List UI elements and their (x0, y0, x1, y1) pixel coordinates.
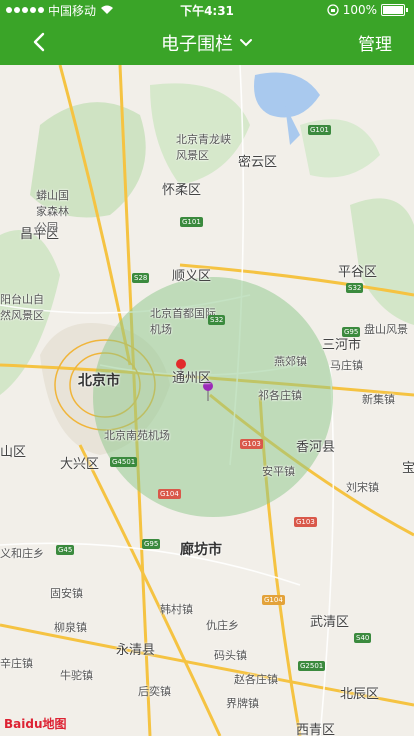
label-beichen: 北辰区 (340, 687, 380, 702)
label-xiqing: 西青区 (296, 723, 336, 736)
road-shield: G2501 (298, 661, 326, 671)
battery-percent: 100% (342, 3, 377, 17)
label-miyun: 密云区 (238, 155, 278, 170)
label-shunyi: 顺义区 (172, 269, 212, 284)
road-shield: G101 (308, 125, 331, 135)
label-hancun: 韩村镇 (160, 603, 193, 616)
label-langfang-city: 廊坊市 (180, 542, 222, 558)
label-qigezhuang: 祁各庄镇 (258, 389, 302, 402)
label-beijing-city: 北京市 (78, 373, 120, 389)
label-liusong: 刘宋镇 (346, 481, 379, 494)
road-shield: G45 (56, 545, 75, 555)
label-matou: 码头镇 (214, 649, 247, 662)
navigation-bar: 电子围栏 管理 (0, 20, 414, 65)
label-guan: 固安镇 (50, 587, 83, 600)
label-yanjiao: 燕郊镇 (274, 355, 307, 368)
label-liuquan: 柳泉镇 (54, 621, 87, 634)
label-zhaoge: 赵各庄镇 (234, 673, 278, 686)
label-yihe: 义和庄乡 (0, 547, 44, 560)
label-yongqing: 永清县 (116, 643, 156, 658)
road-shield: G95 (142, 539, 161, 549)
label-yangtaishan: 阳台山自然风景区 (0, 293, 44, 322)
label-mazhuang: 马庄镇 (330, 359, 363, 372)
status-time: 下午4:31 (180, 3, 234, 18)
road-shield: G103 (240, 439, 263, 449)
label-anping: 安平镇 (262, 465, 295, 478)
road-shield: G104 (262, 595, 285, 605)
map-view[interactable]: 北京市 廊坊市 通州区 顺义区 怀柔区 密云区 昌平区 平谷区 大兴区 三河市 … (0, 65, 414, 736)
baidu-map-logo: Baidu地图 (4, 717, 67, 731)
road-shield: G101 (180, 217, 203, 227)
status-bar: 中国移动 下午4:31 100% (0, 0, 414, 20)
map-base (0, 65, 414, 736)
road-shield: G104 (158, 489, 181, 499)
label-houyi: 后奕镇 (138, 685, 171, 698)
label-daxing: 大兴区 (60, 457, 100, 472)
title-dropdown[interactable]: 电子围栏 (0, 20, 414, 65)
label-xianghe: 香河县 (296, 440, 336, 455)
page-title: 电子围栏 (161, 33, 233, 55)
label-tongzhou: 通州区 (172, 371, 212, 386)
label-qinglongxia: 北京青龙峡风景区 (176, 133, 231, 162)
road-shield: S40 (354, 633, 372, 643)
road-shield: G103 (294, 517, 317, 527)
label-qiuzhuang: 仇庄乡 (206, 619, 239, 632)
label-xinji: 新集镇 (362, 393, 395, 406)
road-shield: S32 (346, 283, 364, 293)
status-right: 100% (327, 0, 408, 20)
road-shield: G95 (342, 327, 361, 337)
label-bao: 宝 (402, 461, 414, 476)
manage-button[interactable]: 管理 (358, 20, 392, 65)
label-manshan: 蟒山国家森林公园 (36, 189, 69, 234)
label-jiepai: 界牌镇 (226, 697, 259, 710)
label-shanqu: 山区 (0, 445, 27, 460)
label-huairou: 怀柔区 (162, 183, 202, 198)
chevron-down-icon (240, 38, 252, 46)
road-shield: G4501 (110, 457, 138, 467)
road-shield: S32 (208, 315, 226, 325)
label-panshan: 盘山风景 (364, 323, 408, 336)
battery-icon (381, 4, 405, 16)
orientation-lock-icon (327, 4, 339, 16)
road-shield: S28 (132, 273, 150, 283)
label-wuqing: 武清区 (310, 615, 350, 630)
label-niutuo: 牛驼镇 (60, 669, 93, 682)
label-pinggu: 平谷区 (338, 265, 378, 280)
label-xinzhuang: 辛庄镇 (0, 657, 33, 670)
label-nanyuan: 北京南苑机场 (104, 429, 170, 442)
